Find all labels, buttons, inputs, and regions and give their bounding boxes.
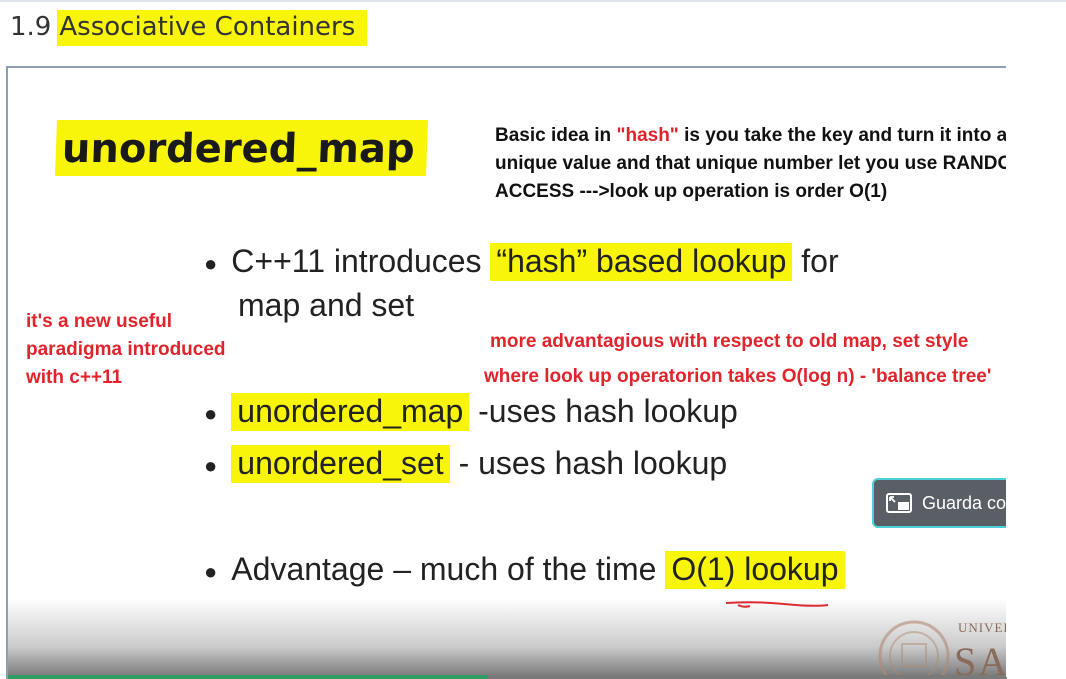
bullet-cpp11-line2: map and set [238,287,415,323]
new-paradigm-line2: paradigma introduced [26,339,226,360]
controls-gradient [8,598,1007,679]
bullet-unordered-map-highlight: unordered_map [231,393,470,431]
bullet-dot: ● [204,250,218,276]
video-progress-fill [8,675,488,679]
new-paradigm-line3: with c++11 [26,367,123,388]
bullet-unordered-set-highlight: unordered_set [231,445,450,483]
pip-label: Guarda con [922,492,1007,513]
picture-in-picture-icon [886,493,912,513]
hash-annotation-part1: Basic idea in [495,125,617,146]
bullet-cpp11-highlight: “hash” based lookup [490,243,793,281]
bullet-advantage: ● Advantage – much of the time O(1) looku… [204,548,845,593]
bullet-dot: ● [204,452,218,478]
bullet-unordered-set: ● unordered_set - uses hash lookup [204,442,727,487]
top-rule [0,0,1066,2]
hash-word: "hash" [616,125,679,146]
bullet-advantage-highlight: O(1) lookup [665,551,845,589]
new-paradigm-line1: it's a new useful [26,311,172,332]
bullet-dot: ● [204,558,218,584]
logo-text-university: UNIVERS [958,620,1007,635]
video-player[interactable]: unordered_map Basic idea in "hash" is yo… [6,66,1007,679]
bullet-cpp11-text: C++11 introduces [231,243,491,279]
bullet-unordered-map-text: -uses hash lookup [469,393,738,429]
bullet-dot: ● [204,400,218,426]
bullet-advantage-text: Advantage – much of the time [231,551,666,587]
logo-text-san: SAN [954,639,1007,679]
advantage-note-line1: more advantagious with respect to old ma… [490,331,969,352]
bullet-unordered-map: ● unordered_map -uses hash lookup [204,390,738,435]
bullet-unordered-set-text: - uses hash lookup [449,445,728,481]
page-title: 1.9 Associative Containers [10,10,368,46]
picture-in-picture-button[interactable]: Guarda con [872,478,1007,528]
hash-annotation: Basic idea in "hash" is you take the key… [495,122,1007,206]
section-title: Associative Containers [57,10,368,46]
bullet-cpp11-tail: for [792,243,839,279]
video-progress-bar[interactable] [8,675,1007,679]
new-paradigm-note: it's a new useful paradigma introduced w… [26,308,226,392]
bullet-cpp11: ● C++11 introduces “hash” based lookup fo… [204,240,839,285]
section-number: 1.9 [10,12,52,42]
advantage-note-line2: where look up operatorion takes O(log n)… [484,366,992,387]
page-margin [1006,66,1066,677]
slide-title: unordered_map [55,120,428,176]
